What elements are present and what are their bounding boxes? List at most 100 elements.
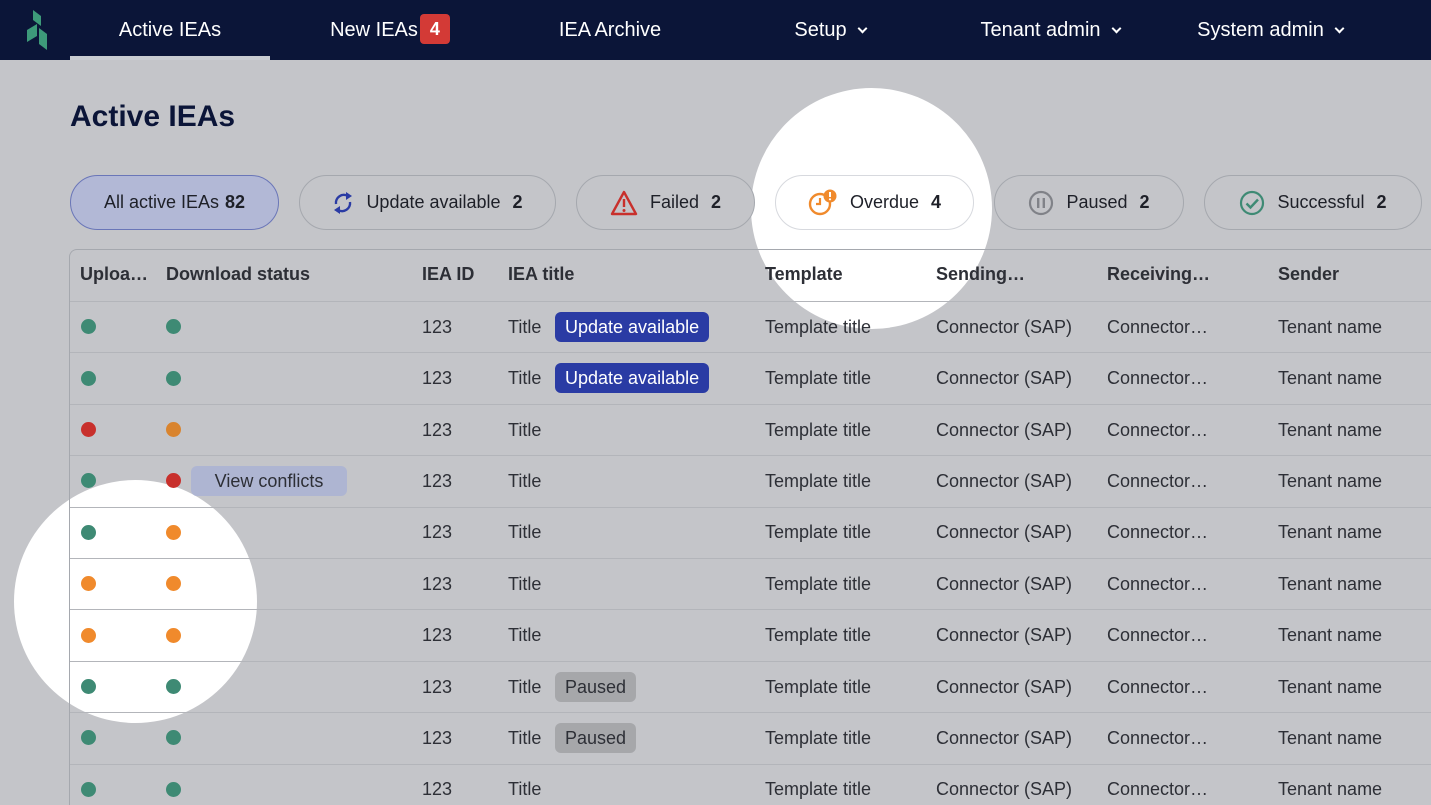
sender-cell: Tenant name — [1278, 368, 1383, 389]
receiving-connector-cell: Connector… — [1107, 368, 1209, 389]
app-logo-icon[interactable] — [27, 10, 51, 50]
sending-connector-cell: Connector (SAP) — [936, 625, 1073, 646]
filter-overdue[interactable]: Overdue 4 — [775, 175, 974, 230]
download-status-dot — [166, 781, 181, 797]
page-title: Active IEAs — [70, 100, 236, 133]
download-status-dot — [166, 524, 181, 540]
col-iea-id[interactable]: IEA ID — [422, 264, 474, 285]
iea-title-link[interactable]: Title — [508, 778, 541, 800]
iea-id-cell: 123 — [422, 316, 453, 337]
iea-title-link[interactable]: Title — [508, 419, 541, 441]
iea-id-cell: 123 — [422, 368, 453, 389]
receiving-connector-cell: Connector… — [1107, 573, 1209, 594]
sender-cell: Tenant name — [1278, 573, 1383, 594]
upload-status-dot — [81, 422, 96, 437]
col-download-status[interactable]: Download status — [166, 264, 310, 285]
nav-label: Active IEAs — [118, 19, 222, 41]
filter-count: 4 — [931, 192, 942, 212]
download-status-dot — [166, 422, 181, 437]
sender-cell: Tenant name — [1278, 625, 1383, 646]
receiving-connector-cell: Connector… — [1107, 470, 1209, 491]
iea-title-link[interactable]: Title — [508, 316, 541, 338]
chevron-down-icon — [857, 23, 868, 34]
iea-title-link[interactable]: Title — [508, 521, 541, 543]
receiving-connector-cell: Connector… — [1107, 676, 1209, 697]
col-sender[interactable]: Sender — [1278, 264, 1339, 285]
template-cell: Template title — [765, 625, 872, 646]
filter-count: 82 — [225, 192, 246, 212]
iea-title-link[interactable]: Title — [508, 367, 541, 389]
iea-id-cell: 123 — [422, 573, 453, 594]
download-status-dot — [166, 679, 181, 694]
nav-iea-archive[interactable]: IEA Archive — [540, 0, 680, 60]
iea-table — [69, 249, 1431, 805]
iea-id-cell: 123 — [422, 625, 453, 646]
nav-new-ieas[interactable]: New IEAs 4 — [320, 0, 460, 60]
filter-successful[interactable]: Successful 2 — [1204, 175, 1422, 230]
upload-status-dot — [81, 781, 96, 797]
upload-status-dot — [81, 679, 96, 694]
iea-id-cell: 123 — [422, 727, 453, 748]
nav-label: System admin — [1197, 19, 1324, 41]
new-ieas-count-badge: 4 — [419, 13, 450, 44]
iea-title-link[interactable]: Title — [508, 676, 541, 698]
nav-label: Setup — [794, 19, 847, 41]
receiving-connector-cell: Connector… — [1107, 727, 1209, 748]
sender-cell: Tenant name — [1278, 419, 1383, 440]
sending-connector-cell: Connector (SAP) — [936, 727, 1073, 748]
update-available-badge[interactable]: Update available — [555, 363, 710, 394]
sender-cell: Tenant name — [1278, 316, 1383, 337]
iea-title-link[interactable]: Title — [508, 573, 541, 595]
row-divider — [70, 558, 1431, 559]
filter-paused[interactable]: Paused 2 — [994, 175, 1184, 230]
col-upload-status[interactable]: Uploa… — [80, 264, 148, 285]
iea-title-link[interactable]: Title — [508, 470, 541, 492]
sender-cell: Tenant name — [1278, 727, 1383, 748]
col-template[interactable]: Template — [765, 264, 843, 285]
nav-active-ieas[interactable]: Active IEAs — [70, 0, 270, 60]
filter-count: 2 — [1376, 192, 1387, 212]
row-divider — [70, 660, 1431, 662]
template-cell: Template title — [765, 573, 872, 594]
template-cell: Template title — [765, 676, 872, 697]
receiving-connector-cell: Connector… — [1107, 522, 1209, 543]
row-divider — [70, 763, 1431, 765]
filter-label: All active IEAs — [103, 192, 219, 212]
row-divider — [70, 712, 1431, 714]
filter-failed[interactable]: Failed 2 — [576, 175, 755, 230]
upload-status-dot — [81, 524, 96, 540]
template-cell: Template title — [765, 470, 872, 491]
nav-system-admin-menu[interactable]: System admin — [1180, 0, 1360, 60]
filter-label: Failed — [649, 192, 699, 212]
col-iea-title[interactable]: IEA title — [508, 264, 574, 285]
nav-tenant-admin-menu[interactable]: Tenant admin — [960, 0, 1140, 60]
filter-count: 2 — [711, 192, 722, 212]
nav-setup-menu[interactable]: Setup — [775, 0, 885, 60]
iea-id-cell: 123 — [422, 470, 453, 491]
row-divider — [70, 403, 1431, 405]
sending-connector-cell: Connector (SAP) — [936, 470, 1073, 491]
filter-label: Overdue — [849, 192, 920, 212]
template-cell: Template title — [765, 779, 872, 800]
sending-connector-cell: Connector (SAP) — [936, 522, 1073, 543]
row-divider — [70, 301, 1431, 302]
col-sending[interactable]: Sending… — [936, 264, 1025, 285]
upload-status-dot — [81, 627, 96, 643]
filter-all-active[interactable]: All active IEAs 82 — [70, 175, 279, 230]
filter-count: 2 — [1139, 192, 1150, 212]
update-available-badge[interactable]: Update available — [555, 311, 710, 342]
nav-label: IEA Archive — [558, 19, 662, 41]
sender-cell: Tenant name — [1278, 522, 1383, 543]
iea-title-link[interactable]: Title — [508, 624, 541, 646]
iea-title-link[interactable]: Title — [508, 727, 541, 749]
col-receiving[interactable]: Receiving… — [1107, 264, 1210, 285]
sending-connector-cell: Connector (SAP) — [936, 316, 1073, 337]
view-conflicts-button[interactable]: View conflicts — [191, 465, 347, 496]
receiving-connector-cell: Connector… — [1107, 779, 1209, 800]
template-cell: Template title — [765, 727, 872, 748]
filter-label: Update available — [366, 192, 501, 212]
refresh-icon — [334, 191, 353, 214]
chevron-down-icon — [1111, 23, 1121, 34]
filter-update-available[interactable]: Update available 2 — [299, 175, 556, 230]
filter-count: 2 — [512, 192, 523, 212]
